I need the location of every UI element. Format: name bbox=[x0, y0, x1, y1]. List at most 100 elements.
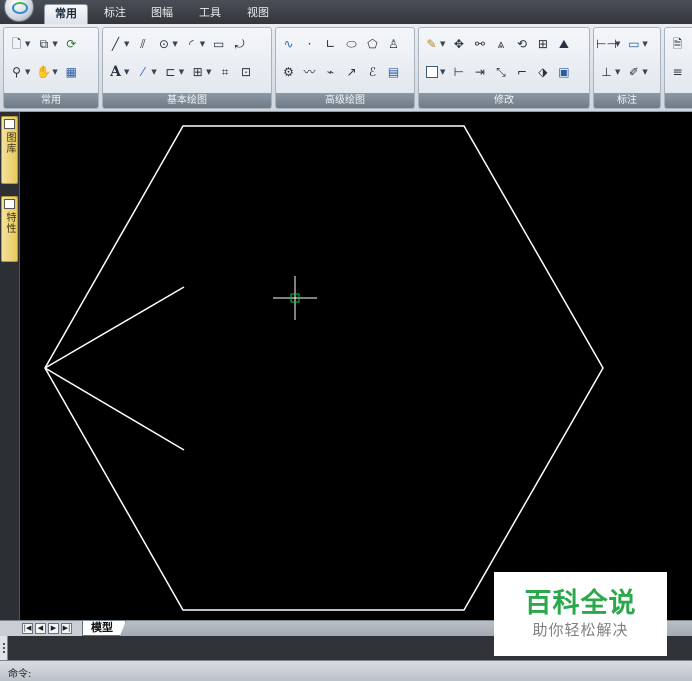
palette-tab-properties-label: 特性 bbox=[4, 212, 15, 234]
move-button[interactable]: ✥ bbox=[449, 35, 468, 54]
pan-button[interactable]: ✋ ▼ bbox=[34, 63, 59, 82]
array-icon: ⊞ bbox=[537, 37, 548, 51]
palette-tab-properties[interactable]: 特性 bbox=[1, 196, 18, 262]
group-label-basic-draw: 基本绘图 bbox=[103, 93, 271, 108]
document-icon: 🗎 bbox=[672, 37, 683, 51]
next-layout-button[interactable]: ▶ bbox=[48, 623, 59, 634]
centerline-button[interactable]: ♙ bbox=[384, 35, 403, 54]
circle-button[interactable]: ⊙ ▼ bbox=[154, 35, 179, 54]
zoom-button[interactable]: ⚲ ▼ bbox=[7, 63, 32, 82]
spring-button[interactable]: ℰ bbox=[363, 63, 382, 82]
copy-button[interactable]: ⚯ bbox=[470, 35, 489, 54]
mirror-button[interactable]: ⩓ bbox=[491, 35, 510, 54]
hexagon-shape bbox=[44, 125, 604, 611]
command-grip-handle[interactable] bbox=[0, 636, 8, 660]
block-button[interactable]: ⊏ ▼ bbox=[161, 63, 186, 82]
break-line-button[interactable]: ⌁ bbox=[321, 63, 340, 82]
group-modify: ✎ ▼ ✥ ⚯ ⩓ ⟲ ⊞ ⛰ ▼ ⊢ ⇥ ⤡ ⌐ ⬗ ▣ 修改 bbox=[418, 27, 590, 109]
ribbon-tab-bar: 常用 标注 图幅 工具 视图 bbox=[0, 0, 692, 24]
new-file-icon: 🗋 bbox=[11, 37, 22, 51]
app-logo-icon bbox=[12, 2, 28, 14]
curve-button[interactable]: ∿ bbox=[279, 35, 298, 54]
tab-dimension[interactable]: 标注 bbox=[98, 4, 132, 24]
last-layout-button[interactable]: ▶| bbox=[61, 623, 72, 634]
stretch-button[interactable]: ⛰ bbox=[554, 35, 573, 54]
array-button[interactable]: ⊞ bbox=[533, 35, 552, 54]
eraser-icon: ✎ bbox=[426, 37, 437, 51]
hole-button[interactable]: ⚙ bbox=[279, 63, 298, 82]
arrow-button[interactable]: ↗ bbox=[342, 63, 361, 82]
polyline-button[interactable]: ⤾ bbox=[230, 35, 249, 54]
prev-layout-button[interactable]: ◀ bbox=[35, 623, 46, 634]
group-label-modify: 修改 bbox=[419, 93, 589, 108]
parallel-line-button[interactable]: ⫽ bbox=[133, 35, 152, 54]
spline-icon: ⁄ bbox=[141, 65, 144, 79]
hatch-icon: ⌗ bbox=[221, 65, 229, 79]
watermark-title: 百科全说 bbox=[524, 588, 637, 619]
point-button[interactable]: · bbox=[300, 35, 319, 54]
scale-icon: ⤡ bbox=[496, 65, 506, 79]
group-annotate: ⊢⊣ ▼ ▭ ▼ ⊥ ▼ ✐ ▼ 标注 bbox=[593, 27, 661, 109]
layer-button[interactable]: ▦ bbox=[62, 63, 81, 82]
tab-frame[interactable]: 图幅 bbox=[144, 4, 180, 24]
app-menu-button[interactable] bbox=[4, 0, 34, 22]
point-icon: · bbox=[307, 37, 312, 51]
rectangle-icon: ▭ bbox=[213, 37, 225, 51]
drawing-canvas[interactable] bbox=[20, 112, 692, 622]
scale-button[interactable]: ⤡ bbox=[491, 63, 510, 82]
refresh-button[interactable]: ⟳ bbox=[62, 35, 81, 54]
palette-tab-library-label: 图库 bbox=[4, 132, 15, 154]
model-tab[interactable]: 模型 bbox=[82, 621, 126, 636]
hatch-button[interactable]: ⌗ bbox=[216, 63, 235, 82]
chamfer-button[interactable]: ⬗ bbox=[533, 63, 552, 82]
tab-view[interactable]: 视图 bbox=[240, 4, 276, 24]
offset-button[interactable]: ▼ bbox=[422, 63, 447, 82]
tolerance-button[interactable]: ⊥ ▼ bbox=[597, 63, 622, 82]
tab-home[interactable]: 常用 bbox=[44, 4, 88, 24]
explode-button[interactable]: ▣ bbox=[554, 63, 573, 82]
command-line[interactable]: 命令: bbox=[0, 660, 692, 681]
extend-button[interactable]: ⇥ bbox=[470, 63, 489, 82]
open-file-button[interactable]: ⧉ ▼ bbox=[34, 35, 59, 54]
new-file-button[interactable]: 🗋 ▼ bbox=[7, 35, 32, 54]
insert-icon: ⊞ bbox=[192, 65, 203, 79]
table-button[interactable]: ▤ bbox=[384, 63, 403, 82]
rotate-button[interactable]: ⟲ bbox=[512, 35, 531, 54]
cad-application-window: 常用 标注 图幅 工具 视图 🗋 ▼ ⧉ ▼ ⟳ ⚲ ▼ ✋ ▼ ▦ 常用 ╱ ▼ ⫽ bbox=[0, 0, 692, 681]
arc-button[interactable]: ◜ ▼ bbox=[182, 35, 207, 54]
linear-dim-button[interactable]: ⊢⊣ ▼ bbox=[596, 35, 622, 54]
wave-button[interactable]: 〰 bbox=[300, 63, 319, 82]
break-line-icon: ⌁ bbox=[326, 65, 335, 79]
overflow-tool-button[interactable]: 🗎 bbox=[668, 35, 687, 54]
watermark-logo: 百科全说 助你轻松解决 bbox=[494, 572, 667, 656]
annotation-edit-button[interactable]: ✐ ▼ bbox=[624, 63, 649, 82]
edit-note-icon: ✐ bbox=[628, 65, 639, 79]
group-label-annotate: 标注 bbox=[594, 93, 660, 108]
region-button[interactable]: ⊡ bbox=[237, 63, 256, 82]
first-layout-button[interactable]: |◀ bbox=[22, 623, 33, 634]
fillet-button[interactable]: ⌐ bbox=[512, 63, 531, 82]
text-button[interactable]: A ▼ bbox=[106, 63, 131, 82]
erase-button[interactable]: ✎ ▼ bbox=[422, 35, 447, 54]
polygon-button[interactable]: ⬠ bbox=[363, 35, 382, 54]
ellipse-icon: ⬭ bbox=[346, 37, 357, 51]
spline-button[interactable]: ⁄ ▼ bbox=[133, 63, 158, 82]
insert-button[interactable]: ⊞ ▼ bbox=[188, 63, 213, 82]
palette-tab-library[interactable]: 图库 bbox=[1, 116, 18, 184]
table-icon: ▤ bbox=[387, 65, 400, 79]
polyline-icon: ⤾ bbox=[234, 37, 245, 51]
dim-style-icon: ▭ bbox=[628, 37, 640, 51]
command-prompt: 命令: bbox=[8, 669, 32, 680]
drawn-line-lower bbox=[44, 367, 185, 451]
dim-style-button[interactable]: ▭ ▼ bbox=[624, 35, 649, 54]
fillet-icon: ⌐ bbox=[516, 65, 527, 79]
line-button[interactable]: ╱ ▼ bbox=[106, 35, 131, 54]
ellipse-button[interactable]: ⬭ bbox=[342, 35, 361, 54]
group-overflow: 🗎 ≡ bbox=[664, 27, 692, 109]
trim-button[interactable]: ⊢ bbox=[449, 63, 468, 82]
overflow-menu-button[interactable]: ≡ bbox=[668, 63, 687, 82]
angle-line-button[interactable]: ∟ bbox=[321, 35, 340, 54]
crosshair-cursor bbox=[273, 276, 317, 320]
rectangle-button[interactable]: ▭ bbox=[209, 35, 228, 54]
tab-tools[interactable]: 工具 bbox=[192, 4, 228, 24]
